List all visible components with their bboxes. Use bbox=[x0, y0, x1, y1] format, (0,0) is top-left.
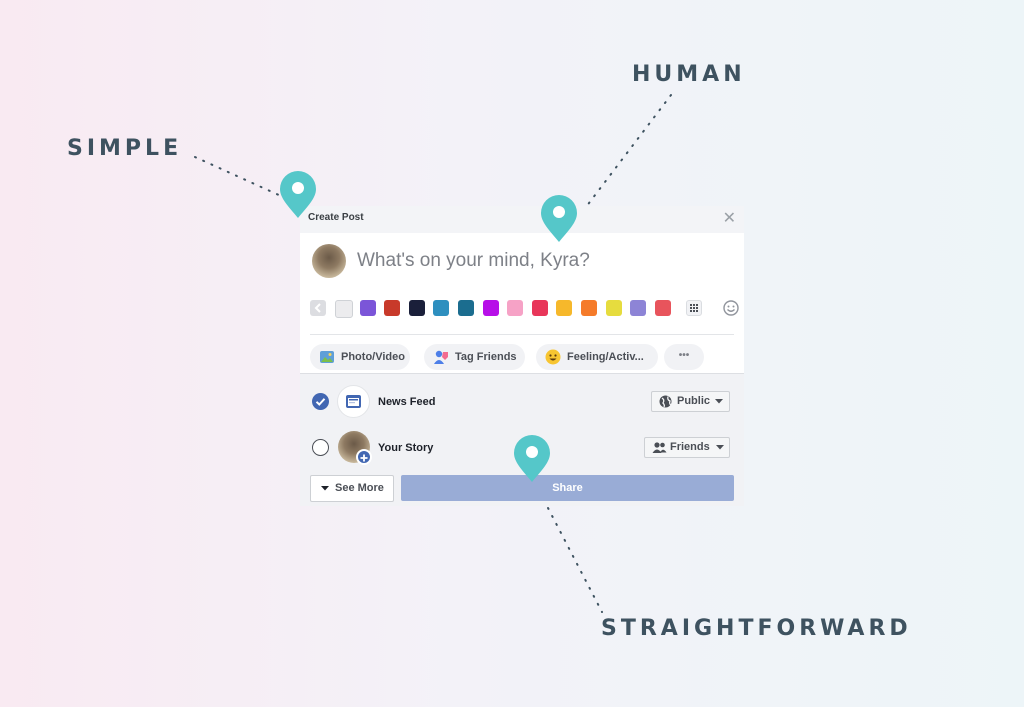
background-swatch[interactable] bbox=[531, 300, 548, 316]
background-swatch[interactable] bbox=[654, 300, 671, 316]
your-story-radio[interactable] bbox=[312, 439, 329, 456]
friends-icon bbox=[652, 442, 667, 453]
caret-down-icon bbox=[716, 445, 724, 450]
create-post-dialog: Create Post ✕ What's on your mind, Kyra? bbox=[300, 206, 744, 506]
background-swatch[interactable] bbox=[433, 300, 450, 316]
your-story-label: Your Story bbox=[378, 442, 434, 454]
callout-simple: SIMPLE bbox=[67, 136, 183, 161]
globe-icon bbox=[659, 395, 672, 408]
action-label: Photo/Video bbox=[341, 351, 405, 363]
share-button[interactable]: Share bbox=[401, 475, 734, 501]
background-swatch[interactable] bbox=[581, 300, 597, 316]
composer-panel: What's on your mind, Kyra? Photo/Video T… bbox=[300, 233, 744, 374]
callout-straightforward: STRAIGHTFORWARD bbox=[601, 616, 912, 641]
see-more-button[interactable]: See More bbox=[310, 475, 394, 502]
post-input[interactable]: What's on your mind, Kyra? bbox=[357, 250, 590, 272]
feeling-icon bbox=[545, 349, 561, 365]
dialog-title: Create Post bbox=[308, 212, 364, 223]
background-swatch[interactable] bbox=[384, 300, 401, 316]
see-more-label: See More bbox=[335, 482, 384, 494]
background-swatch[interactable] bbox=[408, 300, 425, 316]
swatch-grid-button[interactable] bbox=[686, 300, 702, 316]
connector-human bbox=[585, 94, 672, 208]
privacy-dropdown-public[interactable]: Public bbox=[651, 391, 730, 412]
background-swatch-bar bbox=[310, 298, 739, 322]
background-swatch[interactable] bbox=[507, 300, 524, 316]
swatch-back-button[interactable] bbox=[310, 300, 326, 316]
checkmark-icon bbox=[315, 398, 326, 406]
plus-icon bbox=[356, 449, 372, 465]
dialog-header: Create Post ✕ bbox=[300, 206, 744, 234]
tag-friends-button[interactable]: Tag Friends bbox=[424, 344, 525, 370]
background-swatch[interactable] bbox=[605, 300, 622, 316]
action-label: Tag Friends bbox=[455, 351, 517, 363]
photo-video-button[interactable]: Photo/Video bbox=[310, 344, 410, 370]
action-label: Feeling/Activ... bbox=[567, 351, 644, 363]
privacy-dropdown-friends[interactable]: Friends bbox=[644, 437, 730, 458]
news-feed-icon bbox=[337, 385, 370, 418]
emoji-icon[interactable] bbox=[722, 299, 740, 317]
grid-icon bbox=[690, 304, 698, 312]
callout-human: HUMAN bbox=[632, 62, 746, 87]
close-icon[interactable]: ✕ bbox=[723, 208, 736, 228]
photo-icon bbox=[320, 351, 334, 363]
background-swatch[interactable] bbox=[556, 300, 573, 316]
news-feed-checkbox[interactable] bbox=[312, 393, 329, 410]
divider bbox=[310, 334, 734, 335]
more-icon: ••• bbox=[678, 350, 690, 361]
background-swatch[interactable] bbox=[482, 300, 499, 316]
caret-down-icon bbox=[715, 399, 723, 404]
background-swatch[interactable] bbox=[359, 300, 376, 316]
avatar bbox=[312, 244, 346, 278]
background-swatch[interactable] bbox=[458, 300, 474, 316]
feeling-activity-button[interactable]: Feeling/Activ... bbox=[536, 344, 658, 370]
tag-friends-icon bbox=[434, 350, 448, 364]
news-feed-label: News Feed bbox=[378, 396, 436, 408]
more-options-button[interactable]: ••• bbox=[664, 344, 704, 370]
share-options-panel: News Feed Public Your Story Friends See … bbox=[300, 374, 744, 506]
caret-down-icon bbox=[321, 486, 329, 491]
background-swatch[interactable] bbox=[335, 300, 353, 318]
connector-simple bbox=[194, 156, 282, 197]
privacy-label: Public bbox=[677, 395, 711, 407]
background-swatch[interactable] bbox=[630, 300, 647, 316]
privacy-label: Friends bbox=[670, 441, 710, 453]
connector-straightforward bbox=[547, 507, 603, 613]
chevron-left-icon bbox=[314, 303, 321, 313]
